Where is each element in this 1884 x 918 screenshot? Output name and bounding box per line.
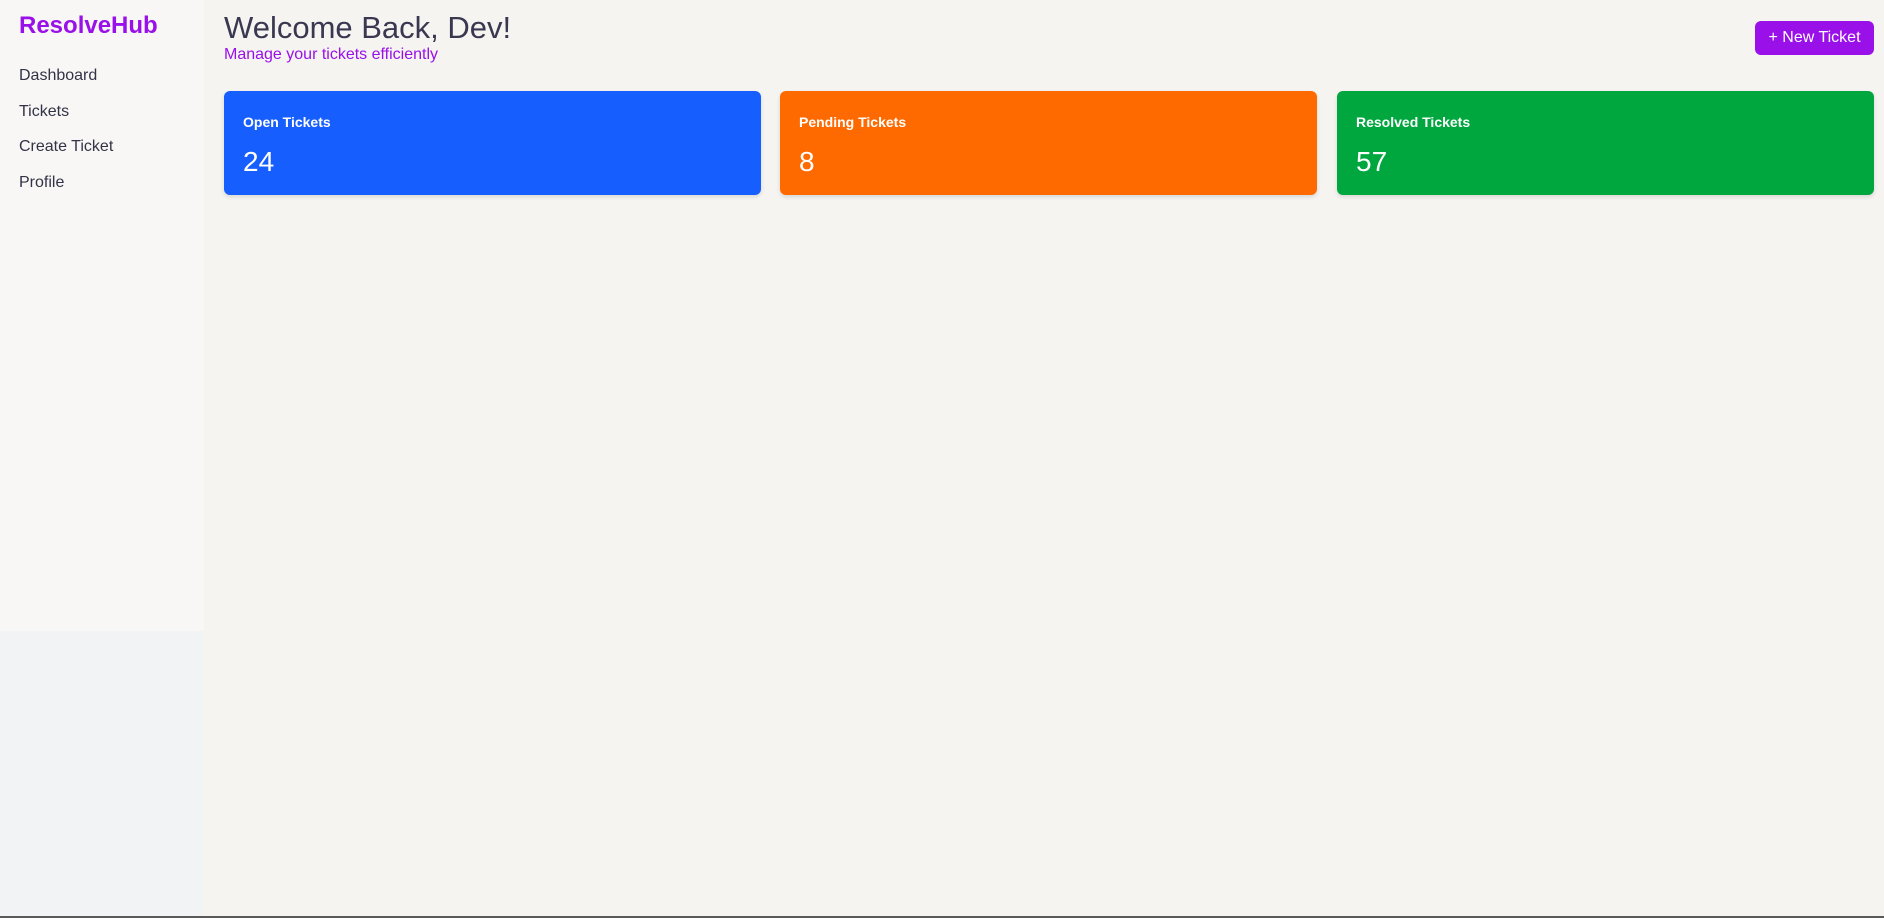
- stat-card-value: 57: [1356, 146, 1388, 177]
- new-ticket-button[interactable]: + New Ticket: [1755, 21, 1874, 55]
- stat-card-label: Resolved Tickets: [1356, 114, 1471, 130]
- sidebar-item-create-ticket[interactable]: Create Ticket: [19, 137, 113, 173]
- stat-card-pending: Pending Tickets 8: [780, 91, 1317, 195]
- stat-card-label: Open Tickets: [243, 114, 331, 130]
- sidebar-item-dashboard[interactable]: Dashboard: [19, 66, 113, 102]
- stat-card-value: 24: [243, 146, 275, 177]
- stat-card-resolved: Resolved Tickets 57: [1337, 91, 1874, 195]
- sidebar-nav: Dashboard Tickets Create Ticket Profile: [19, 66, 113, 208]
- sidebar-item-tickets[interactable]: Tickets: [19, 102, 113, 138]
- stat-card-open: Open Tickets 24: [224, 91, 761, 195]
- stat-card-label: Pending Tickets: [799, 114, 907, 130]
- brand-logo[interactable]: ResolveHub: [19, 12, 158, 40]
- main-content: Welcome Back, Dev! Manage your tickets e…: [204, 0, 1884, 918]
- sidebar: ResolveHub Dashboard Tickets Create Tick…: [0, 0, 204, 631]
- page-subtitle: Manage your tickets efficiently: [224, 46, 439, 63]
- page-title: Welcome Back, Dev!: [224, 10, 512, 45]
- app-window: ResolveHub Dashboard Tickets Create Tick…: [0, 0, 1884, 918]
- stat-card-value: 8: [799, 146, 815, 177]
- stats-cards: Open Tickets 24 Pending Tickets 8 Resolv…: [224, 91, 1874, 195]
- sidebar-item-profile[interactable]: Profile: [19, 173, 113, 209]
